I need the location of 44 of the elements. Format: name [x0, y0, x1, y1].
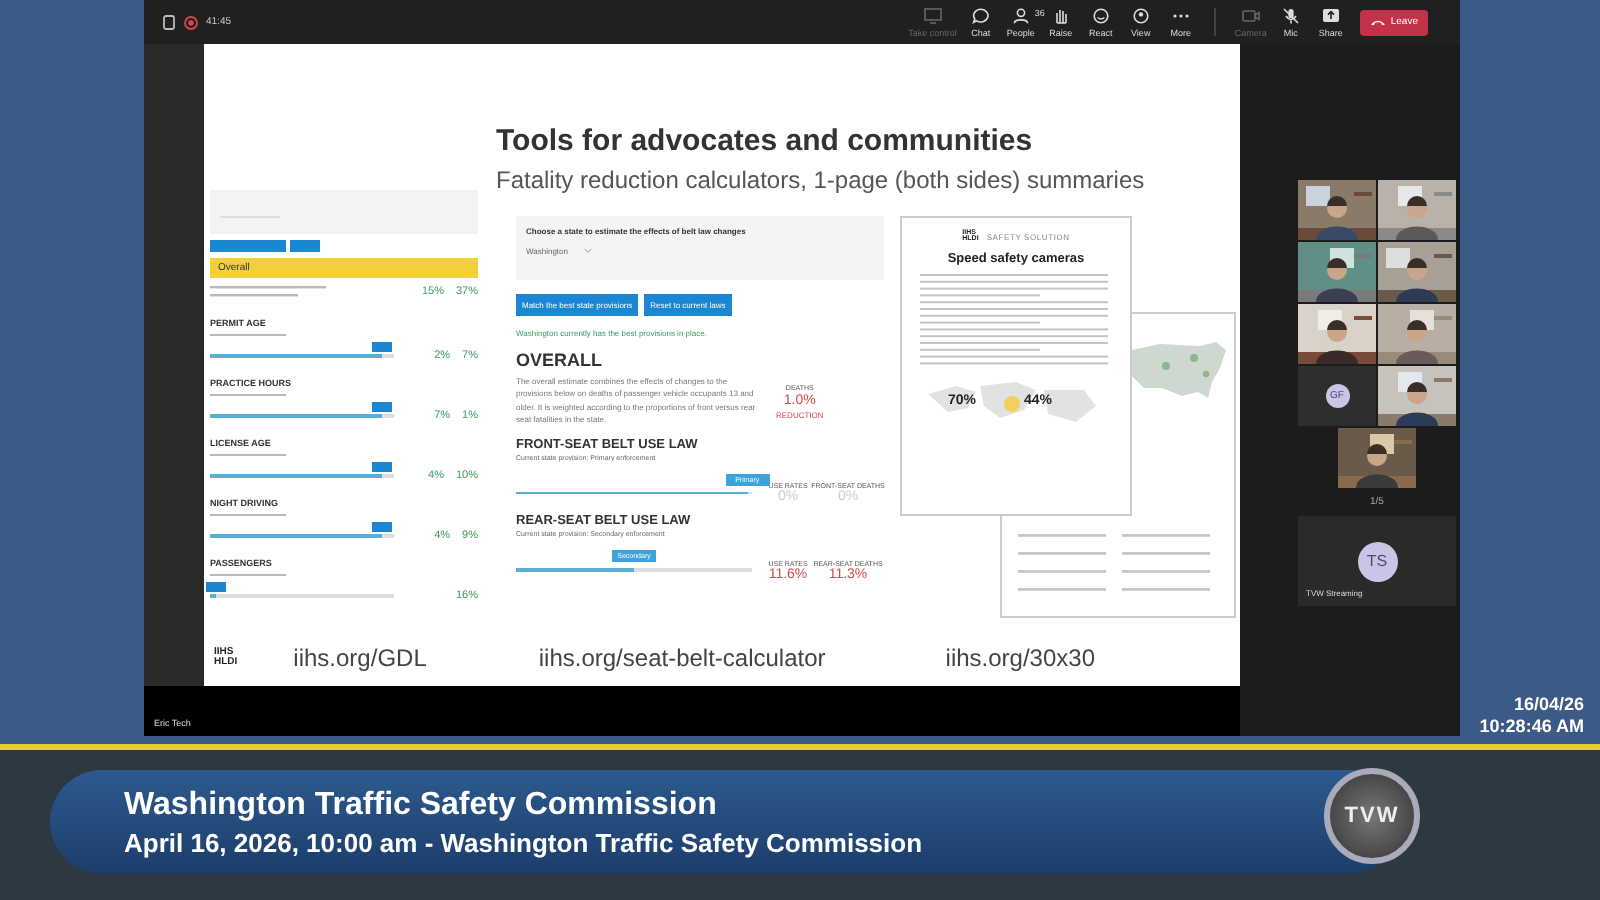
- microphone-icon: [1281, 7, 1300, 25]
- avatar: TS: [1357, 541, 1397, 581]
- smiley-icon: [1091, 7, 1110, 25]
- slide-subtitle: Fatality reduction calculators, 1-page (both sides) summaries: [496, 166, 1147, 194]
- url-text: iihs.org/seat-belt-calculator: [538, 643, 826, 671]
- participant-tile[interactable]: [1378, 366, 1456, 426]
- person-icon: [1011, 7, 1030, 25]
- placeholder-text-drawing: [210, 512, 290, 518]
- hand-icon: [1051, 7, 1070, 25]
- participant-tile[interactable]: [1338, 428, 1416, 488]
- program-subtitle: April 16, 2026, 10:00 am - Washington Traffic Safety Commission: [124, 827, 923, 857]
- channel-logo: TVW: [1324, 768, 1420, 864]
- share-icon: [1321, 7, 1340, 25]
- placeholder-text-drawing: [210, 452, 290, 458]
- time-text: 10:28:46 AM: [1479, 716, 1584, 740]
- program-title: Washington Traffic Safety Commission: [124, 787, 717, 823]
- slider-thumb[interactable]: [371, 402, 392, 413]
- placeholder-text-drawing: [210, 284, 330, 300]
- placeholder-text-drawing: [210, 572, 290, 578]
- clipboard-icon[interactable]: [162, 14, 176, 30]
- section-heading: OVERALL: [516, 350, 605, 370]
- slider-thumb[interactable]: [205, 582, 226, 593]
- slide-title: Tools for advocates and communities: [496, 124, 1035, 158]
- placeholder-text-drawing: [210, 392, 290, 398]
- caret-icon: [583, 248, 592, 254]
- recording-icon: [184, 15, 198, 29]
- phone-icon: [1370, 18, 1387, 26]
- slider-thumb[interactable]: [371, 342, 392, 353]
- monitor-icon: [923, 7, 942, 25]
- chat-icon: [971, 7, 990, 25]
- participant-tile[interactable]: [1298, 180, 1376, 240]
- participant-tile[interactable]: [1378, 242, 1456, 302]
- url-text: iihs.org/30x30: [945, 643, 1095, 671]
- date-text: 16/04/26: [1513, 693, 1584, 717]
- url-text: iihs.org/GDL: [293, 643, 427, 671]
- slider-thumb[interactable]: [371, 522, 392, 533]
- participant-tile[interactable]: [1298, 304, 1376, 364]
- placeholder-text-drawing: [210, 332, 290, 338]
- participant-tile[interactable]: [1378, 180, 1456, 240]
- view-icon: [1131, 7, 1150, 25]
- participant-tile[interactable]: [1298, 242, 1376, 302]
- slider-thumb[interactable]: [371, 462, 392, 473]
- participant-tile[interactable]: [1378, 304, 1456, 364]
- camera-icon: [1241, 7, 1260, 25]
